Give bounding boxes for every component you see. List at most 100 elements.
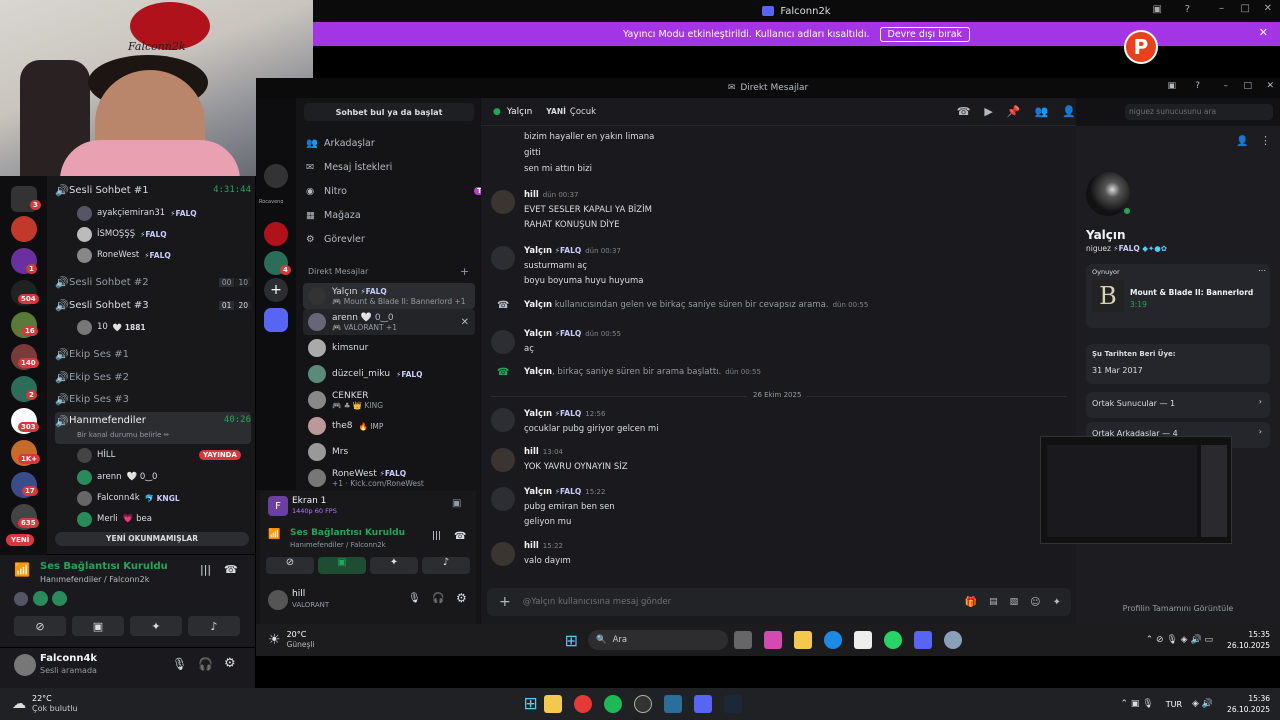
voice-user[interactable]: ayakçiemiran31 ⚡FALQ (77, 204, 197, 222)
edge-icon[interactable] (823, 631, 842, 649)
view-full-profile[interactable]: Profilin Tamamını Görüntüle (1076, 604, 1280, 613)
close-icon[interactable]: ✕ (1264, 3, 1272, 14)
store-icon[interactable] (853, 631, 872, 649)
tray-icons[interactable]: ⌃ ⊘ 🎙 ◈ 🔊 ▭ (1146, 635, 1213, 645)
voice-user[interactable]: İSMOŞŞŞ ⚡FALQ (77, 225, 167, 243)
stream-preview[interactable] (1040, 436, 1232, 544)
chrome-icon[interactable] (573, 695, 592, 713)
voice-call-icon[interactable]: ☎ (957, 105, 971, 118)
voice-user[interactable]: 10 🤍 1881 (77, 318, 146, 336)
voice-user[interactable]: Falconn4k 🐬 KNGL (77, 489, 180, 507)
message-author[interactable]: Yalçın (524, 300, 552, 310)
help-icon[interactable]: ? (1185, 4, 1190, 15)
guild-icon[interactable] (264, 222, 288, 246)
dm-item[interactable]: kimsnur (303, 335, 475, 361)
inbox-icon[interactable]: ▣ (1153, 4, 1162, 15)
noise-icon[interactable]: ||| (200, 563, 211, 576)
disable-streamer-mode-button[interactable]: Devre dışı bırak (879, 26, 971, 42)
disconnect-icon[interactable]: ☎ (224, 563, 238, 576)
profile-icon[interactable]: 👤 (1062, 105, 1076, 118)
message-author[interactable]: Yalçın (524, 329, 552, 339)
disconnect-icon[interactable]: ☎ (454, 531, 466, 542)
copilot-icon[interactable] (763, 631, 782, 649)
voice-user[interactable]: RoneWest ⚡FALQ (77, 246, 171, 264)
channel-sesli-2[interactable]: 🔊 Sesli Sohbet #2 00 10 (55, 272, 251, 292)
activity-button[interactable]: ✦ (370, 557, 418, 574)
inner-voice-channel[interactable]: Hanımefendiler / Falconn2k (290, 541, 386, 549)
gif-icon[interactable]: ▤ (989, 597, 998, 607)
discovery-icon[interactable] (264, 308, 288, 332)
taskbar-search[interactable]: 🔍 Ara (587, 630, 728, 650)
add-server-icon[interactable]: + (264, 278, 288, 302)
channel-ekip-1[interactable]: 🔊 Ekip Ses #1 (55, 344, 251, 364)
activity-button[interactable]: ✦ (130, 616, 182, 636)
dm-item[interactable]: the8 🔥 IMP (303, 413, 475, 439)
settings-icon[interactable]: ⚙ (456, 591, 467, 605)
windows-start-icon[interactable]: ⊞ (565, 631, 578, 650)
avatar[interactable] (491, 542, 515, 566)
voice-user[interactable]: arenn 🤍 0‿0 (77, 468, 157, 486)
pin-icon[interactable]: 📌 (1007, 105, 1021, 118)
explorer-icon[interactable] (793, 631, 812, 649)
message-composer[interactable]: + @Yalçın kullanıcısına mesaj gönder 🎁 ▤… (487, 588, 1071, 616)
channel-hanimefendiler[interactable]: 🔊 Hanımefendiler 40:26 Bir kanal durumu be… (55, 412, 251, 444)
avatar[interactable] (14, 654, 36, 676)
dm-item[interactable]: Mrs (303, 439, 475, 465)
voice-user[interactable]: HİLL YAYINDA (77, 446, 241, 464)
language-indicator[interactable]: TUR (1166, 700, 1182, 709)
sticker-icon[interactable]: ▧ (1010, 597, 1019, 607)
avatar[interactable] (491, 190, 515, 214)
message-author[interactable]: Yalçın (524, 246, 552, 256)
search-input[interactable]: niguez sunucusunu ara (1125, 104, 1273, 120)
new-dm-icon[interactable]: + (460, 265, 469, 278)
more-icon[interactable]: ⋮ (1260, 134, 1271, 147)
attach-icon[interactable]: + (499, 594, 511, 610)
message-author[interactable]: Yalçın (524, 409, 552, 419)
steam-icon[interactable] (723, 695, 742, 713)
add-friend-icon[interactable]: 👤 (1236, 136, 1248, 147)
apps-icon[interactable]: ✦ (1053, 597, 1061, 608)
avatar[interactable] (491, 487, 515, 511)
inner-minimize-icon[interactable]: – (1224, 81, 1229, 91)
outer-clock[interactable]: 15:36 26.10.2025 (1227, 693, 1270, 715)
screen-share-button[interactable]: ▣ (72, 616, 124, 636)
video-call-icon[interactable]: ▶ (984, 105, 992, 118)
avatar[interactable] (491, 246, 515, 270)
headphones-icon[interactable]: 🎧 (432, 593, 444, 604)
message-author[interactable]: Yalçın (524, 367, 552, 377)
settings-taskbar-icon[interactable] (943, 631, 962, 649)
channel-sesli-3[interactable]: 🔊 Sesli Sohbet #3 01 20 (55, 295, 251, 315)
mic-icon[interactable]: 🎙 (172, 657, 187, 671)
network-sound-icons[interactable]: ◈ 🔊 (1192, 699, 1213, 709)
inner-clock[interactable]: 15:35 26.10.2025 (1227, 629, 1270, 651)
headphones-icon[interactable]: 🎧 (198, 657, 213, 671)
avatar[interactable] (491, 448, 515, 472)
outer-discord-icon[interactable] (693, 695, 712, 713)
settings-icon[interactable]: ⚙ (224, 656, 236, 671)
soundboard-button[interactable]: ♪ (422, 557, 470, 574)
obs-icon[interactable] (633, 695, 652, 713)
dm-item[interactable]: arenn 🤍 0‿0 🎮 VALORANT +1 ✕ (303, 309, 475, 335)
soundboard-button[interactable]: ♪ (188, 616, 240, 636)
noise-icon[interactable]: ||| (432, 531, 441, 541)
inner-inbox-icon[interactable]: ▣ (1167, 81, 1176, 91)
inner-close-icon[interactable]: ✕ (1266, 81, 1274, 91)
dm-item[interactable]: düzceli_miku ⚡FALQ (303, 361, 475, 387)
stop-stream-icon[interactable]: ▣ (452, 498, 461, 509)
add-friend-icon[interactable]: 👥 (1035, 105, 1049, 118)
outer-tray-icons[interactable]: ⌃ ▣ 🎙 (1121, 699, 1154, 709)
activity-more-icon[interactable]: ⋯ (1258, 266, 1266, 275)
dm-item[interactable]: Yalçın ⚡FALQ 🎮 Mount & Blade II: Bannerlo… (303, 283, 475, 309)
maximize-icon[interactable]: □ (1241, 3, 1250, 14)
unread-button[interactable]: YENİ OKUNMAMIŞLAR (55, 532, 249, 546)
mutual-servers-button[interactable]: Ortak Sunucular — 1 › (1086, 392, 1270, 418)
camera-button[interactable]: ⊘ (14, 616, 66, 636)
message-author[interactable]: Yalçın (524, 487, 552, 497)
minimize-icon[interactable]: – (1219, 3, 1224, 14)
camera-button[interactable]: ⊘ (266, 557, 314, 574)
message-author[interactable]: hill (524, 190, 539, 200)
avatar[interactable] (491, 408, 515, 432)
message-author[interactable]: hill (524, 541, 539, 551)
voice-user[interactable]: Merli 💗 bea (77, 510, 152, 528)
server-red[interactable] (11, 216, 37, 242)
